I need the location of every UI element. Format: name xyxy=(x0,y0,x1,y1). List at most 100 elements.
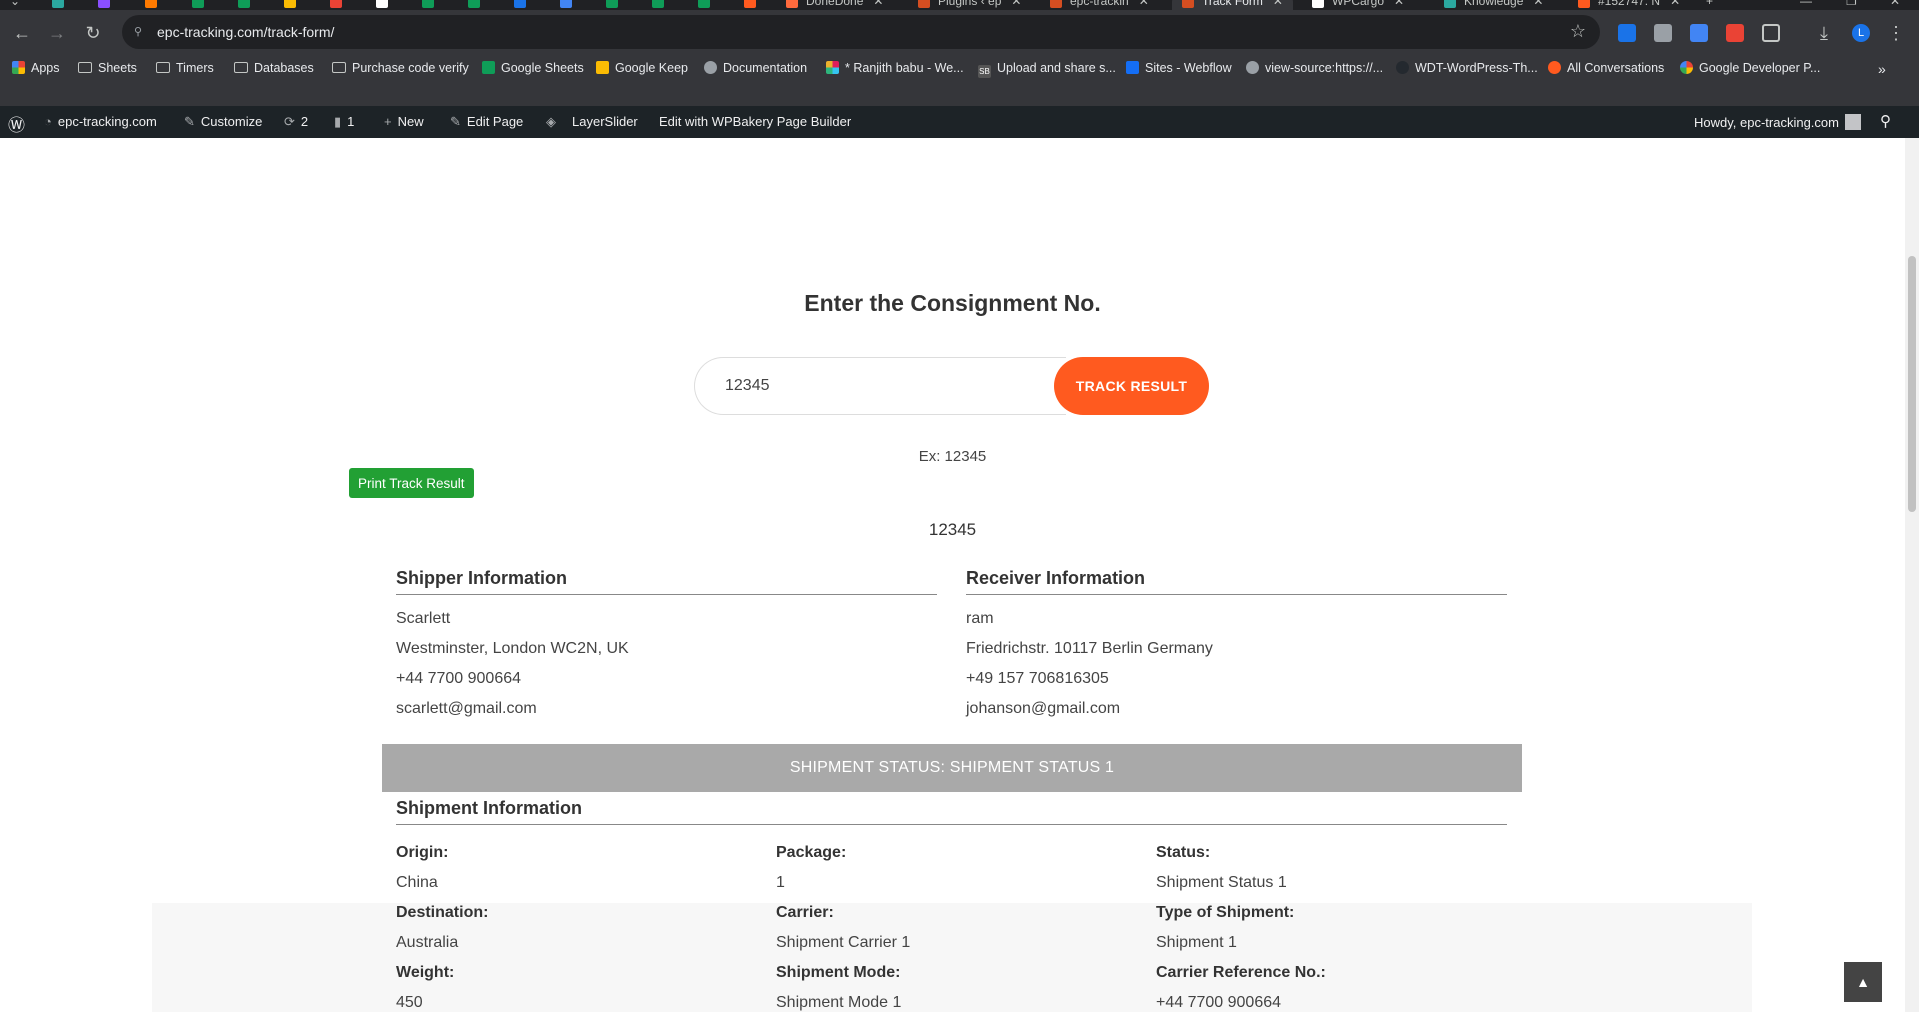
admin-account[interactable]: Howdy, epc-tracking.com xyxy=(1694,114,1861,130)
bookmark-folder-databases[interactable]: Databases xyxy=(234,61,314,75)
address-bar[interactable]: ⚲ epc-tracking.com/track-form/ ☆ xyxy=(122,15,1600,49)
close-icon[interactable]: ✕ xyxy=(1011,0,1021,8)
admin-updates[interactable]: ⟳ 2 xyxy=(284,114,308,130)
pinned-tab[interactable] xyxy=(422,0,442,10)
bookmark-view-source[interactable]: view-source:https://... xyxy=(1246,61,1383,75)
bookmarks-overflow-button[interactable]: » xyxy=(1878,61,1886,77)
admin-comments[interactable]: ▮ 1 xyxy=(334,114,354,130)
pinned-tab[interactable] xyxy=(376,0,396,10)
tab-search-chevron[interactable]: ⌄ xyxy=(10,0,20,10)
tab-2[interactable]: epc-trackin ✕ xyxy=(1050,0,1149,10)
comments-count: 1 xyxy=(347,114,355,129)
close-icon[interactable]: ✕ xyxy=(1670,0,1680,8)
track-result-button[interactable]: TRACK RESULT xyxy=(1054,357,1209,415)
google-keep-icon xyxy=(596,61,609,74)
globe-icon xyxy=(1246,61,1259,74)
plus-icon: + xyxy=(1706,0,1714,8)
maximize-button[interactable]: ❐ xyxy=(1846,0,1857,10)
admin-site-name[interactable]: ◔ epc-tracking.com xyxy=(44,114,157,129)
bookmark-documentation[interactable]: Documentation xyxy=(704,61,807,75)
pinned-tab[interactable] xyxy=(514,0,534,10)
admin-edit-page-label: Edit Page xyxy=(466,114,524,129)
bookmark-folder-timers[interactable]: Timers xyxy=(156,61,214,75)
bookmark-label: Upload and share s... xyxy=(997,61,1116,75)
admin-search-icon[interactable]: ⚲ xyxy=(1880,112,1891,130)
admin-wpbakery[interactable]: Edit with WPBakery Page Builder xyxy=(659,114,851,129)
minimize-button[interactable]: — xyxy=(1800,0,1812,10)
close-icon[interactable]: ✕ xyxy=(873,0,883,8)
pinned-tab[interactable] xyxy=(192,0,212,10)
consignment-input[interactable] xyxy=(694,357,1066,415)
menu-button[interactable]: ⋮ xyxy=(1886,23,1906,43)
page-scrollbar[interactable] xyxy=(1905,138,1919,1012)
bookmark-folder-purchase-code[interactable]: Purchase code verify xyxy=(332,61,469,75)
admin-layerslider[interactable]: ◈ LayerSlider xyxy=(546,114,638,130)
close-window-button[interactable]: ✕ xyxy=(1890,0,1900,10)
puzzle-icon[interactable] xyxy=(1762,24,1780,42)
pinned-tab[interactable] xyxy=(330,0,350,10)
back-to-top-button[interactable]: ▲ xyxy=(1844,962,1882,1002)
downloads-button[interactable]: ⤓ xyxy=(1814,23,1834,43)
pinned-tab[interactable] xyxy=(560,0,580,10)
folder-icon xyxy=(156,62,170,73)
admin-site-label: epc-tracking.com xyxy=(57,114,157,129)
pinned-tab[interactable] xyxy=(238,0,258,10)
pinned-tab[interactable] xyxy=(284,0,304,10)
wordpress-logo-icon[interactable]: Ⓦ xyxy=(8,111,25,136)
extension-icon[interactable] xyxy=(1618,24,1636,42)
pinned-tab[interactable] xyxy=(652,0,672,10)
site-favicon-icon xyxy=(744,0,756,8)
pinned-tab[interactable] xyxy=(744,0,764,10)
bookmark-label: Documentation xyxy=(723,61,808,75)
back-button[interactable]: ← xyxy=(12,23,32,43)
bookmark-google-developer[interactable]: Google Developer P... xyxy=(1680,61,1820,75)
new-tab-button[interactable]: + xyxy=(1706,0,1713,10)
tab-1[interactable]: Plugins ‹ ep ✕ xyxy=(918,0,1021,10)
close-icon[interactable]: ✕ xyxy=(1533,0,1543,8)
bookmark-google-keep[interactable]: Google Keep xyxy=(596,61,688,75)
tab-3[interactable]: Track Form ✕ xyxy=(1172,0,1293,10)
close-icon[interactable]: ✕ xyxy=(1139,0,1149,8)
url-text[interactable]: epc-tracking.com/track-form/ xyxy=(157,24,334,40)
close-icon[interactable]: ✕ xyxy=(1273,0,1283,8)
destination-label: Destination: xyxy=(396,904,489,921)
google-icon xyxy=(1680,61,1693,74)
admin-edit-page[interactable]: ✎ Edit Page xyxy=(450,114,523,130)
pinned-tab[interactable] xyxy=(698,0,718,10)
print-track-result-button[interactable]: Print Track Result xyxy=(349,468,474,498)
bookmark-apps[interactable]: Apps xyxy=(12,61,60,75)
admin-customize[interactable]: ✎ Customize xyxy=(184,114,262,130)
bookmark-folder-sheets[interactable]: Sheets xyxy=(78,61,137,75)
scrollbar-thumb[interactable] xyxy=(1908,256,1916,512)
bookmark-all-conversations[interactable]: All Conversations xyxy=(1548,61,1664,75)
site-info-icon[interactable]: ⚲ xyxy=(134,26,146,38)
bookmark-slack[interactable]: * Ranjith babu - We... xyxy=(826,61,964,75)
pinned-tab[interactable] xyxy=(52,0,72,10)
close-icon[interactable]: ✕ xyxy=(1394,0,1404,8)
reload-button[interactable]: ↻ xyxy=(83,23,103,43)
browser-toolbar: ← → ↻ ⚲ epc-tracking.com/track-form/ ☆ ⤓… xyxy=(0,10,1919,56)
bookmark-upload-share[interactable]: SB Upload and share s... xyxy=(978,61,1116,78)
tab-6[interactable]: #152747: N ✕ xyxy=(1578,0,1680,10)
forward-button[interactable]: → xyxy=(47,23,67,43)
pinned-tab[interactable] xyxy=(98,0,118,10)
pinned-tab[interactable] xyxy=(468,0,488,10)
page-content: Enter the Consignment No. TRACK RESULT E… xyxy=(0,138,1905,1012)
extension-icon[interactable] xyxy=(1726,24,1744,42)
pinned-tab[interactable] xyxy=(145,0,165,10)
tab-4[interactable]: WPCargo ✕ xyxy=(1312,0,1404,10)
profile-avatar[interactable]: L xyxy=(1852,24,1870,42)
bookmark-github[interactable]: WDT-WordPress-Th... xyxy=(1396,61,1538,75)
tab-0[interactable]: DoneDone ✕ xyxy=(786,0,883,10)
translate-icon[interactable] xyxy=(1690,24,1708,42)
bookmark-google-sheets[interactable]: Google Sheets xyxy=(482,61,584,75)
tab-5[interactable]: Knowledge ✕ xyxy=(1444,0,1543,10)
bookmark-webflow[interactable]: Sites - Webflow xyxy=(1126,61,1232,75)
pinned-tab[interactable] xyxy=(606,0,626,10)
admin-new[interactable]: + New xyxy=(384,114,424,129)
camera-icon[interactable] xyxy=(1654,24,1672,42)
tab-title: Track Form xyxy=(1202,0,1263,8)
bookmark-label: WDT-WordPress-Th... xyxy=(1415,61,1538,75)
bookmark-star-icon[interactable]: ☆ xyxy=(1570,21,1586,42)
status-label: Status: xyxy=(1156,844,1211,861)
